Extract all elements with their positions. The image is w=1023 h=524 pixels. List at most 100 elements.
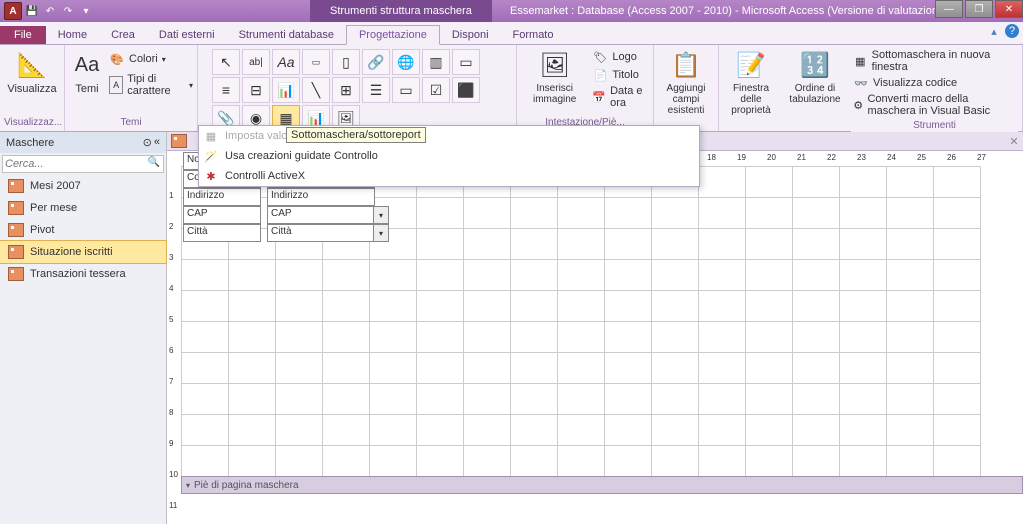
form-tab-icon: [171, 134, 187, 148]
nav-item[interactable]: Pivot: [0, 219, 166, 241]
logo-button[interactable]: 🏷Logo: [592, 49, 647, 65]
button-control[interactable]: ▭: [302, 49, 330, 75]
webbrowser-control[interactable]: 🌐: [392, 49, 420, 75]
title-bar: A 💾 ↶ ↷ ▾ Strumenti struttura maschera E…: [0, 0, 1023, 22]
themes-icon: Aa: [71, 49, 103, 81]
finestra-proprieta-button[interactable]: 📝 Finestra delle proprietà: [723, 47, 779, 118]
field-bound[interactable]: CAP: [267, 206, 375, 224]
window-controls: — ❐ ✕: [933, 0, 1023, 18]
tab-progettazione[interactable]: Progettazione: [346, 25, 440, 45]
tab-control[interactable]: ▯: [332, 49, 360, 75]
nav-header[interactable]: Maschere ⊙«: [0, 132, 166, 153]
search-icon[interactable]: 🔍: [148, 157, 160, 168]
toggle-control[interactable]: ⊞: [332, 77, 360, 103]
field-label[interactable]: CAP: [183, 206, 261, 224]
tab-dati-esterni[interactable]: Dati esterni: [147, 26, 227, 44]
undo-icon[interactable]: ↶: [42, 3, 58, 19]
title-icon: 📄: [592, 67, 608, 83]
pointer-control[interactable]: ↖: [212, 49, 240, 75]
controls-dropdown: ▦Imposta valori predefiniti del controll…: [198, 125, 700, 187]
tab-formato[interactable]: Formato: [501, 26, 566, 44]
save-icon[interactable]: 💾: [24, 3, 40, 19]
nav-item[interactable]: Per mese: [0, 197, 166, 219]
add-fields-icon: 📋: [670, 49, 702, 81]
visualizza-codice-button[interactable]: 👓Visualizza codice: [853, 75, 1016, 91]
help-icon[interactable]: ?: [1005, 24, 1019, 38]
converti-macro-button[interactable]: ⚙Converti macro della maschera in Visual…: [853, 93, 1016, 117]
activex-item[interactable]: ✱Controlli ActiveX: [199, 166, 699, 186]
combo-dropdown-icon[interactable]: ▾: [373, 206, 389, 224]
nav-collapse-icon[interactable]: «: [154, 136, 160, 149]
listbox-control[interactable]: ☰: [362, 77, 390, 103]
colors-icon: 🎨: [109, 51, 125, 67]
nav-filter-icon[interactable]: ⊙: [143, 136, 152, 149]
nav-item[interactable]: Mesi 2007: [0, 175, 166, 197]
view-code-icon: 👓: [853, 75, 869, 91]
datetime-icon: 📅: [592, 89, 606, 105]
qat-dropdown-icon[interactable]: ▾: [78, 3, 94, 19]
pagebreak-control[interactable]: ≡: [212, 77, 240, 103]
field-bound[interactable]: Indirizzo: [267, 188, 375, 206]
optiongroup-control[interactable]: ▭: [452, 49, 480, 75]
tab-home[interactable]: Home: [46, 26, 99, 44]
visualizza-button[interactable]: 📐 Visualizza: [5, 47, 58, 97]
nav-item[interactable]: Transazioni tessera: [0, 263, 166, 285]
close-button[interactable]: ✕: [995, 0, 1023, 18]
textbox-control[interactable]: ab|: [242, 49, 270, 75]
form-icon: [8, 223, 24, 237]
tab-file[interactable]: File: [0, 26, 46, 44]
navigation-control[interactable]: ▥: [422, 49, 450, 75]
unbound-control[interactable]: ⬛: [452, 77, 480, 103]
data-ora-button[interactable]: 📅Data e ora: [592, 85, 647, 109]
minimize-button[interactable]: —: [935, 0, 963, 18]
temi-button[interactable]: Aa Temi: [69, 47, 105, 97]
aggiungi-campi-button[interactable]: 📋 Aggiungi campi esistenti: [658, 47, 714, 118]
tab-strumenti-db[interactable]: Strumenti database: [227, 26, 346, 44]
field-label[interactable]: Indirizzo: [183, 188, 261, 206]
combobox-control[interactable]: ⊟: [242, 77, 270, 103]
defaults-icon: ▦: [203, 128, 219, 144]
nav-item-label: Situazione iscritti: [30, 246, 113, 258]
label-control[interactable]: Aa: [272, 49, 300, 75]
activex-icon: ✱: [203, 168, 219, 184]
search-input[interactable]: [2, 155, 164, 173]
maximize-button[interactable]: ❐: [965, 0, 993, 18]
tab-disponi[interactable]: Disponi: [440, 26, 501, 44]
link-control[interactable]: 🔗: [362, 49, 390, 75]
caratteri-button[interactable]: ATipi di carattere▾: [109, 73, 193, 97]
creazioni-guidate-item[interactable]: 🪄Usa creazioni guidate Controllo: [199, 146, 699, 166]
nav-item-label: Per mese: [30, 202, 77, 214]
access-icon: A: [4, 2, 22, 20]
logo-icon: 🏷: [592, 49, 608, 65]
redo-icon[interactable]: ↷: [60, 3, 76, 19]
subform-window-icon: ▦: [853, 53, 868, 69]
field-bound[interactable]: Città: [267, 224, 375, 242]
colori-button[interactable]: 🎨Colori▾: [109, 51, 193, 67]
field-label[interactable]: Città: [183, 224, 261, 242]
nav-item-label: Transazioni tessera: [30, 268, 126, 280]
chart-control[interactable]: 📊: [272, 77, 300, 103]
nav-item[interactable]: Situazione iscritti: [0, 240, 167, 264]
line-control[interactable]: ╲: [302, 77, 330, 103]
group-visualizzazioni: Visualizzaz...: [4, 116, 60, 129]
ribbon: 📐 Visualizza Visualizzaz... Aa Temi 🎨Col…: [0, 45, 1023, 132]
minimize-ribbon-icon[interactable]: ▴: [987, 24, 1001, 38]
form-icon: [8, 179, 24, 193]
rectangle-control[interactable]: ▭: [392, 77, 420, 103]
close-form-icon[interactable]: ✕: [1007, 134, 1021, 148]
nav-header-label: Maschere: [6, 137, 54, 149]
ordine-tab-button[interactable]: 🔢 Ordine di tabulazione: [787, 47, 843, 107]
vertical-ruler: 1234567891011: [167, 166, 182, 524]
sottomaschera-finestra-button[interactable]: ▦Sottomaschera in nuova finestra: [853, 49, 1016, 73]
group-temi: Temi: [69, 116, 193, 129]
checkbox-control[interactable]: ☑: [422, 77, 450, 103]
tab-crea[interactable]: Crea: [99, 26, 147, 44]
titolo-button[interactable]: 📄Titolo: [592, 67, 647, 83]
combo-dropdown-icon[interactable]: ▾: [373, 224, 389, 242]
form-icon: [8, 201, 24, 215]
form-design-surface[interactable]: NomeNomeCognomeCognomeIndirizzoIndirizzo…: [181, 166, 1023, 524]
inserisci-immagine-button[interactable]: 🖼 Inserisci immagine: [521, 47, 588, 111]
temi-label: Temi: [75, 83, 98, 95]
footer-section-bar[interactable]: Piè di pagina maschera: [181, 476, 1023, 494]
form-icon: [8, 267, 24, 281]
